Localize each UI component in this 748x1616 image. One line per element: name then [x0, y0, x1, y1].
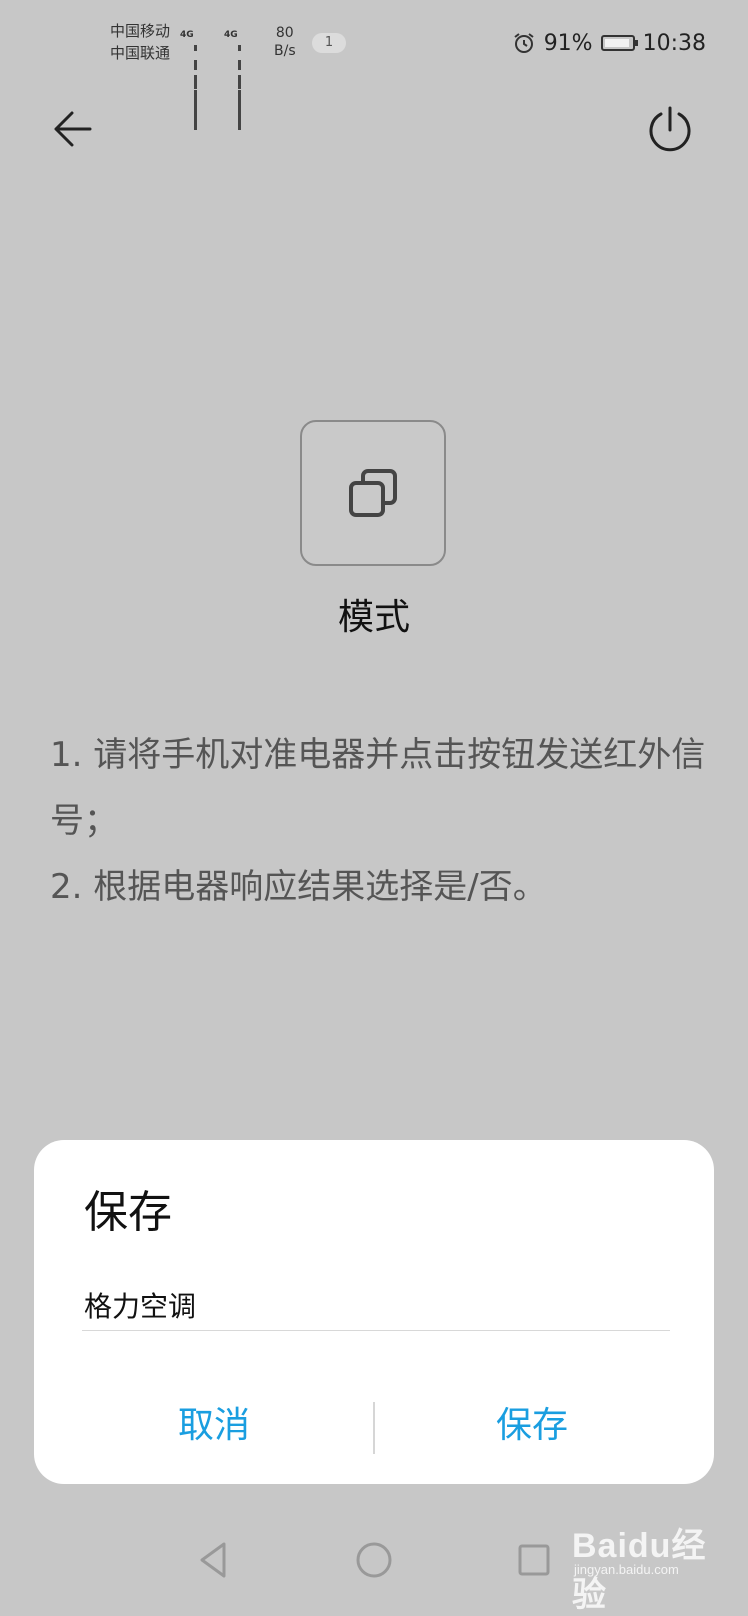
net-speed-value: 80	[275, 25, 294, 41]
cancel-button[interactable]: 取消	[64, 1390, 364, 1460]
save-button[interactable]: 保存	[382, 1390, 682, 1460]
square-recent-icon	[518, 1544, 550, 1576]
copy-icon	[349, 469, 397, 517]
nav-recent-button[interactable]	[514, 1538, 554, 1582]
arrow-left-icon	[54, 111, 92, 147]
clock: 10:38	[642, 30, 706, 56]
carrier-names: 中国移动 中国联通	[110, 20, 170, 64]
status-right: 91% 10:38	[512, 28, 706, 58]
save-dialog: 保存 取消 保存	[34, 1140, 714, 1484]
network-type-1: 4G	[180, 30, 194, 40]
triangle-back-icon	[200, 1542, 226, 1578]
power-icon	[649, 106, 691, 152]
mode-label: 模式	[337, 597, 410, 638]
power-button[interactable]	[640, 100, 700, 160]
signal-bars-icon	[238, 32, 243, 130]
circle-home-icon	[356, 1542, 392, 1578]
device-name-input[interactable]	[82, 1280, 670, 1331]
notification-badge: 1	[312, 33, 346, 53]
mode-button[interactable]	[300, 420, 446, 566]
instruction-2: 2. 根据电器响应结果选择是/否。	[50, 867, 547, 907]
battery-icon	[600, 35, 638, 51]
dialog-title: 保存	[84, 1187, 172, 1238]
carrier-2: 中国联通	[110, 44, 171, 62]
status-bar: 中国移动 中国联通 4G 4G 80 B/s 1 91% 10:38	[0, 0, 748, 130]
button-divider	[373, 1402, 375, 1454]
nav-back-button[interactable]	[194, 1538, 234, 1582]
net-speed-unit: B/s	[274, 43, 296, 59]
nav-home-button[interactable]	[354, 1538, 394, 1582]
instruction-1: 1. 请将手机对准电器并点击按钮发送红外信号；	[50, 735, 706, 841]
instructions: 1. 请将手机对准电器并点击按钮发送红外信号； 2. 根据电器响应结果选择是/否…	[50, 722, 710, 920]
signal-bars-icon	[194, 32, 199, 130]
watermark-sub: jingyan.baidu.com	[574, 1562, 679, 1577]
back-button[interactable]	[44, 100, 104, 160]
network-type-2: 4G	[224, 30, 238, 40]
battery-percent: 91%	[543, 30, 593, 56]
baidu-watermark: Baidu经验 jingyan.baidu.com	[572, 1508, 732, 1614]
alarm-icon	[514, 33, 534, 53]
net-speed: 80 B/s	[274, 24, 296, 60]
carrier-1: 中国移动	[110, 22, 171, 40]
